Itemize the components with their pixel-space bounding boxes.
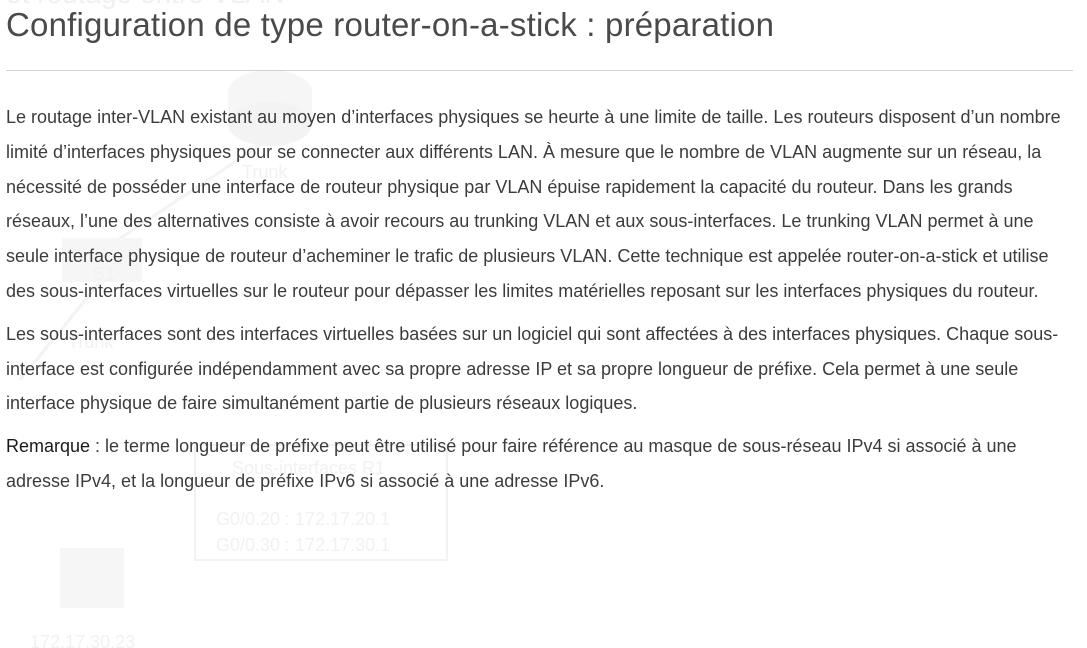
diagram-label-host-ip: 172.17.30.23 [30,632,135,648]
title-divider [6,70,1073,71]
note-paragraph: Remarque : le terme longueur de préfixe … [6,429,1078,499]
diagram-label-subif-30: G0/0.30 : 172.17.30.1 [216,535,390,555]
main-content: Le routage inter-VLAN existant au moyen … [6,100,1078,507]
page-title: Configuration de type router-on-a-stick … [6,6,775,43]
pc-icon [60,548,124,608]
note-text: : le terme longueur de préfixe peut être… [6,436,1017,491]
diagram-label-subif-20: G0/0.20 : 172.17.20.1 [216,509,390,529]
note-label: Remarque [6,436,91,457]
paragraph-subinterfaces: Les sous-interfaces sont des interfaces … [6,323,1059,414]
paragraph-intro: Le routage inter-VLAN existant au moyen … [6,107,1061,301]
